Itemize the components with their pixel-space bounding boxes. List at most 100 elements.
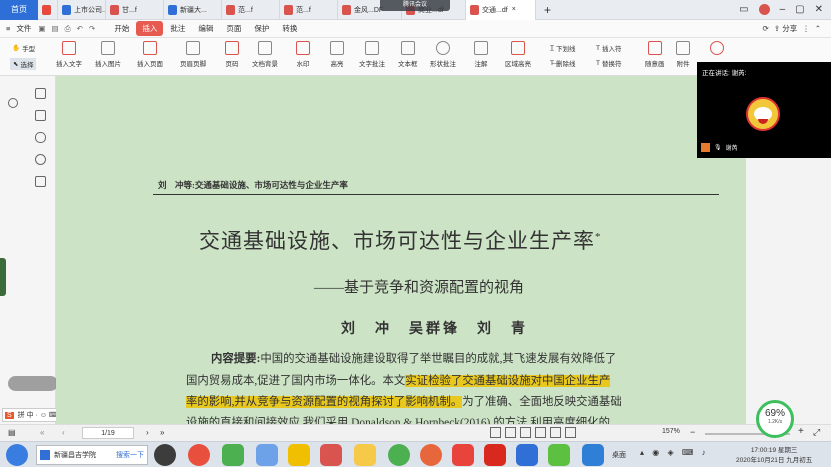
app-icon-red[interactable] [320,444,342,466]
window-list-icon[interactable]: ▭ [739,4,748,15]
attachment-icon[interactable] [35,154,46,165]
continuous-icon[interactable] [520,427,531,438]
taskbar-search[interactable]: 新疆昌吉学院 搜索一下 [36,445,148,465]
clock[interactable]: 17:00:19 星期三 2020年10月21日 九月初五 [736,444,812,464]
fullscreen-icon[interactable] [565,427,576,438]
zoom-out-icon[interactable]: − [690,427,695,437]
thumbnail-icon[interactable] [35,110,46,121]
page-number-input[interactable]: 1/19 [82,427,134,439]
file-menu[interactable]: 文件 [10,21,37,36]
save-icon[interactable]: ▤ [51,24,58,34]
wechat-icon[interactable] [548,444,570,466]
wps-icon[interactable] [452,444,474,466]
sidebar-toggle-icon[interactable]: ▤ [8,428,16,437]
app-icon-pinwheel[interactable] [288,444,310,466]
strikethrough-button[interactable]: T̶ 删除线 [550,58,575,69]
start-icon[interactable] [6,444,28,466]
prev-page-icon[interactable]: ‹ [62,428,65,437]
minimize-icon[interactable]: – [780,4,786,15]
doc-tab-5[interactable]: 范...f [280,0,338,20]
collapse-icon[interactable]: ⌃ [815,24,821,33]
doc-tab-2[interactable]: 甘...f [106,0,164,20]
note-button[interactable]: 注解 [474,41,488,68]
undo-icon[interactable]: ↶ [77,24,83,34]
word-icon[interactable] [516,444,538,466]
youdao-icon[interactable] [484,444,506,466]
menu-edit[interactable]: 编辑 [192,21,219,36]
sync-icon[interactable]: ⟳ [763,24,769,33]
new-tab-button[interactable]: + [536,3,559,17]
page-number-button[interactable]: 页码 [225,41,239,68]
doc-tab-3[interactable]: 新疆大... [164,0,222,20]
doc-background-button[interactable]: 文档背景 [252,41,278,68]
double-page-icon[interactable] [505,427,516,438]
insert-mark-button[interactable]: T 插入符 [596,43,621,54]
hand-tool[interactable]: ✋ 手型 [12,43,35,53]
network-speed-widget[interactable]: 69% 1.2K/s [756,400,794,438]
menu-protect[interactable]: 保护 [248,21,275,36]
app-icon-green[interactable] [222,444,244,466]
more-icon[interactable]: ⋮ [802,24,810,33]
zoom-search-icon[interactable] [8,98,18,108]
watermark-button[interactable]: 水印 [296,41,310,68]
desktop-label[interactable]: 桌面 [612,450,626,460]
menu-convert[interactable]: 转换 [276,21,303,36]
app-icon-cloud[interactable] [256,444,278,466]
meeting-indicator[interactable]: 腾讯会议 [380,0,450,11]
chrome-icon[interactable] [388,444,410,466]
shape-comment-button[interactable]: 形状批注 [430,41,456,68]
insert-image-button[interactable]: 插入图片 [95,41,121,68]
doc-tab-1[interactable]: 上市公司... [58,0,106,20]
wps-logo-icon[interactable] [38,0,58,20]
first-page-icon[interactable]: « [40,428,44,437]
menu-insert[interactable]: 插入 [136,21,164,36]
last-page-icon[interactable]: » [160,428,164,437]
redo-icon[interactable]: ↷ [89,24,95,34]
side-handle[interactable] [0,258,6,296]
area-highlight-button[interactable]: 区域高亮 [505,41,531,68]
print-icon[interactable]: ⎙ [65,24,71,34]
tray-icons[interactable]: ▴ ◉ ◈ ⌨ ♪ [640,448,709,457]
bookmark-icon[interactable] [35,88,46,99]
user-avatar[interactable] [758,4,770,15]
stamp-icon[interactable] [35,176,46,187]
zoom-level[interactable]: 157% [662,428,680,435]
close-window-icon[interactable]: ✕ [815,4,823,15]
menu-annotate[interactable]: 批注 [164,21,191,36]
doc-tab-4[interactable]: 范...f [222,0,280,20]
text-comment-button[interactable]: 文字批注 [359,41,385,68]
folder-icon[interactable] [354,444,376,466]
meeting-app-icon[interactable] [582,444,604,466]
share-button[interactable]: ⇪ 分享 [774,23,797,34]
firefox-icon[interactable] [420,444,442,466]
app-icon-color[interactable] [188,444,210,466]
next-page-icon[interactable]: › [146,428,149,437]
comment-icon[interactable] [35,132,46,143]
video-call-window[interactable]: 正在讲话: 谢芮: 🎙 谢芮 [697,62,831,158]
home-tab[interactable]: 首页 [0,0,38,20]
fit-page-icon[interactable]: ⤢ [813,427,820,438]
open-icon[interactable]: ▣ [38,24,45,34]
close-tab-icon[interactable]: × [512,6,516,13]
textbox-button[interactable]: 文本框 [398,41,418,68]
book-mode-icon[interactable] [535,427,546,438]
highlight-button[interactable]: 高亮 [330,41,344,68]
zoom-in-icon[interactable]: + [798,426,804,437]
single-page-icon[interactable] [490,427,501,438]
header-footer-button[interactable]: 页眉页脚 [180,41,206,68]
freehand-button[interactable]: 随意画 [645,41,665,68]
menu-start[interactable]: 开始 [108,21,135,36]
insert-page-button[interactable]: 插入页面 [137,41,163,68]
signature-button[interactable] [710,41,724,58]
select-tool[interactable]: ⬉ 选择 [10,58,37,70]
fit-width-icon[interactable] [550,427,561,438]
floating-toggle[interactable] [8,376,58,391]
attachment-button[interactable]: 附件 [676,41,690,68]
insert-text-button[interactable]: 插入文字 [56,41,82,68]
underline-button[interactable]: T̲ 下划线 [550,43,575,54]
replace-mark-button[interactable]: T 替换符 [596,58,621,69]
doc-tab-active[interactable]: 交通...df × [466,0,536,20]
maximize-icon[interactable]: ▢ [795,4,804,15]
menu-page[interactable]: 页面 [220,21,247,36]
app-icon-camera[interactable] [154,444,176,466]
